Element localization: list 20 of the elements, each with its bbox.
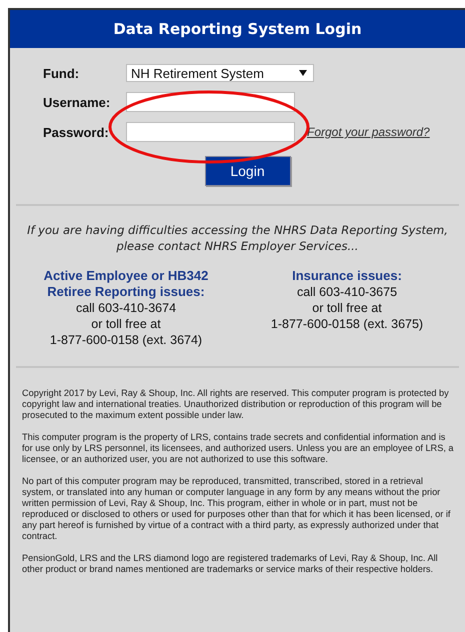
legal-paragraph: Copyright 2017 by Levi, Ray & Shoup, Inc. All rights are reserved. This computer program is protected by copyright law and international treaties. Unauthorized distribution or reproduction of this program will be prosecuted to the maximum extent possible under law. <box>22 388 450 421</box>
contact-text: or toll free at <box>91 316 161 332</box>
forgot-password-link[interactable]: Forgot your password? <box>307 125 430 139</box>
contact-text: call 603-410-3674 <box>76 300 176 316</box>
login-button[interactable]: Login <box>204 156 290 186</box>
contact-text: 1-877-600-0158 (ext. 3675) <box>270 316 424 332</box>
field-label: Password: <box>43 124 110 140</box>
contact-heading: Insurance issues: <box>292 268 402 284</box>
legal-paragraph: This computer program is the property of LRS, contains trade secrets and confidential information and is for use only by LRS personnel, its licensees, and authorized users. Unless you are an employee of LRS, a licensee, or an authorized user, you are not authorized to use this software. <box>22 432 455 465</box>
contact-text: 1-877-600-0158 (ext. 3674) <box>50 332 202 348</box>
contact-heading: Active Employee or HB342 Retiree Reporting issues: <box>44 268 208 300</box>
legal-paragraph: No part of this computer program may be reproduced, transmitted, transcribed, stored in a retrieval system, or translated into any human or computer language in any form by any means without the prior written permission of Levi, Ray & Shoup, Inc. This program, either in whole or in part, must not be reproduced or disclosed to others or used for purposes other than that for which it has been licensed, or if any part hereof is furnished by virtue of a contract with a third party, as expressly authorized under that contract. <box>22 476 452 542</box>
field-label: Fund: <box>43 66 80 80</box>
contact-text: call 603-410-3675 <box>296 284 398 300</box>
fund-dropdown[interactable]: NH Retirement System <box>126 64 314 82</box>
legal-paragraph: PensionGold, LRS and the LRS diamond logo are registered trademarks of Levi, Ray & Shoup, Inc. All other product or brand names mentioned are trademarks or service marks of their respective holders. <box>22 553 439 575</box>
page-title: Data Reporting System Login <box>113 20 362 38</box>
field-label: Username: <box>43 94 112 110</box>
help-message: If you are having difficulties accessing the NHRS Data Reporting System, please contact NHRS Employer Services... <box>26 222 449 254</box>
contact-text: or toll free at <box>312 300 382 316</box>
